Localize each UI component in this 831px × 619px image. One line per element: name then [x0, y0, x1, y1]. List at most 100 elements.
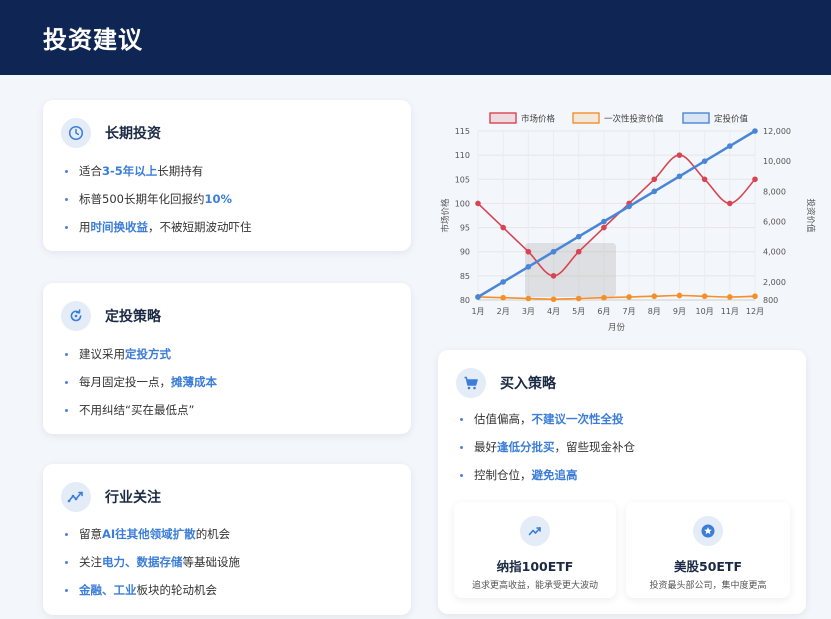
y2-tick-label: 6,000	[763, 218, 786, 227]
x-tick-label: 12月	[746, 307, 764, 316]
x-tick-label: 11月	[721, 307, 739, 316]
card-title-row: 行业关注	[61, 482, 161, 512]
y2-tick-label: 8,000	[763, 187, 786, 196]
data-point	[651, 188, 658, 195]
legend-swatch	[572, 112, 600, 124]
list-item: 金融、工业板块的轮动机会	[63, 582, 240, 610]
x-tick-label: 5月	[572, 307, 585, 316]
page-title: 投资建议	[43, 26, 143, 54]
fund-card-us50[interactable]: 美股50ETF 投资最头部公司，集中度更高	[626, 502, 790, 598]
data-point	[676, 152, 683, 158]
legend-swatch	[682, 112, 710, 124]
card-title: 定投策略	[105, 309, 161, 325]
data-point	[701, 293, 708, 300]
data-point	[601, 224, 607, 231]
list-item: 留意AI往其他领域扩散的机会	[63, 526, 240, 554]
data-point	[727, 200, 733, 207]
data-point	[626, 294, 632, 300]
highlight-region	[525, 243, 616, 297]
data-point	[701, 158, 708, 164]
data-point	[701, 176, 708, 183]
legend-label: 定投价值	[714, 114, 749, 125]
data-point	[727, 143, 733, 149]
series-line-2	[477, 294, 756, 301]
fund-name: 纳指100ETF	[496, 559, 574, 574]
fund-description: 投资最头部公司，集中度更高	[649, 581, 767, 591]
data-point	[676, 292, 683, 299]
legend-swatch	[489, 112, 517, 124]
card-industry: 行业关注 留意AI往其他领域扩散的机会 关注电力、数据存储等基础设施 金融、工业…	[43, 464, 411, 615]
y-tick-label: 105	[455, 175, 470, 184]
data-point	[575, 295, 582, 302]
fund-description: 追求更高收益，能承受更大波动	[471, 581, 598, 591]
data-point	[651, 293, 658, 300]
y-tick-label: 115	[455, 127, 470, 136]
chart-svg: 80 85 90 95 100 105 110 115 800 2,000 4,000 6,000 8,…	[440, 112, 816, 333]
card-buy-strategy: 买入策略 估值偏高，不建议一次性全投 最好逢低分批买，留些现金补仓 控制仓位，避…	[438, 350, 806, 614]
data-point	[575, 233, 582, 240]
star-badge-icon	[693, 516, 723, 546]
data-point	[525, 295, 532, 302]
data-point	[475, 200, 481, 207]
data-point	[575, 248, 582, 255]
data-point	[500, 224, 506, 231]
card-title: 行业关注	[105, 490, 161, 506]
y-tick-label: 95	[460, 224, 470, 233]
investment-chart: 80 85 90 95 100 105 110 115 800 2,000 4,000 6,000 8,…	[438, 108, 818, 343]
trend-icon	[61, 482, 91, 512]
x-tick-label: 9月	[673, 307, 686, 316]
data-point	[676, 173, 683, 180]
data-point	[727, 294, 733, 300]
data-point	[752, 128, 758, 134]
fund-card-nasdaq100[interactable]: 纳指100ETF 追求更高收益，能承受更大波动	[454, 502, 616, 598]
page-header: 投资建议	[0, 0, 831, 75]
y2-tick-label: 800	[763, 296, 778, 305]
legend-label: 市场价格	[521, 114, 556, 125]
card-title-row: 定投策略	[61, 301, 161, 331]
y-axis-title: 市场价格	[440, 198, 451, 233]
data-point	[601, 294, 607, 301]
data-point	[550, 296, 557, 303]
x-tick-label: 1月	[471, 307, 484, 316]
list-item: 标普500长期年化回报约10%	[63, 191, 252, 219]
x-axis-title: 月份	[608, 322, 626, 333]
card-title: 长期投资	[105, 126, 161, 142]
data-point	[500, 279, 506, 285]
list-item: 用时间换收益，不被短期波动吓住	[63, 219, 252, 247]
item-list: 适合3-5年以上长期持有 标普500长期年化回报约10% 用时间换收益，不被短期…	[63, 163, 252, 247]
data-point	[525, 264, 532, 270]
y-tick-label: 85	[460, 272, 470, 281]
list-item: 适合3-5年以上长期持有	[63, 163, 252, 191]
series-line-3	[477, 129, 756, 299]
legend-label: 一次性投资价值	[604, 114, 664, 125]
x-tick-label: 7月	[623, 307, 636, 316]
data-point	[550, 248, 557, 255]
data-point	[525, 248, 532, 255]
y2-tick-label: 12,000	[763, 127, 791, 136]
list-item: 建议采用定投方式	[63, 346, 217, 374]
data-point	[475, 294, 481, 300]
x-tick-label: 3月	[522, 307, 535, 316]
item-list: 建议采用定投方式 每月固定投一点，摊薄成本 不用纠结“买在最低点”	[63, 346, 217, 430]
x-tick-label: 2月	[497, 307, 510, 316]
y-tick-label: 110	[455, 151, 470, 160]
list-item: 最好逢低分批买，留些现金补仓	[458, 439, 635, 467]
y2-tick-label: 2,000	[763, 278, 786, 287]
x-tick-label: 10月	[696, 307, 714, 316]
y-tick-label: 100	[455, 199, 470, 208]
list-item: 控制仓位，避免追高	[458, 467, 635, 495]
data-point	[752, 293, 758, 300]
list-item: 估值偏高，不建议一次性全投	[458, 411, 635, 439]
list-item: 不用纠结“买在最低点”	[63, 402, 217, 430]
data-point	[626, 203, 632, 210]
x-tick-label: 6月	[597, 307, 610, 316]
clock-icon	[61, 118, 91, 148]
list-item: 关注电力、数据存储等基础设施	[63, 554, 240, 582]
card-long-term: 长期投资 适合3-5年以上长期持有 标普500长期年化回报约10% 用时间换收益…	[43, 100, 411, 251]
card-title: 买入策略	[500, 376, 556, 392]
y2-axis-title: 投资价值	[805, 198, 816, 233]
trend-up-icon	[520, 516, 550, 546]
card-dca: 定投策略 建议采用定投方式 每月固定投一点，摊薄成本 不用纠结“买在最低点”	[43, 283, 411, 434]
data-point	[651, 176, 658, 183]
data-point	[752, 176, 758, 183]
